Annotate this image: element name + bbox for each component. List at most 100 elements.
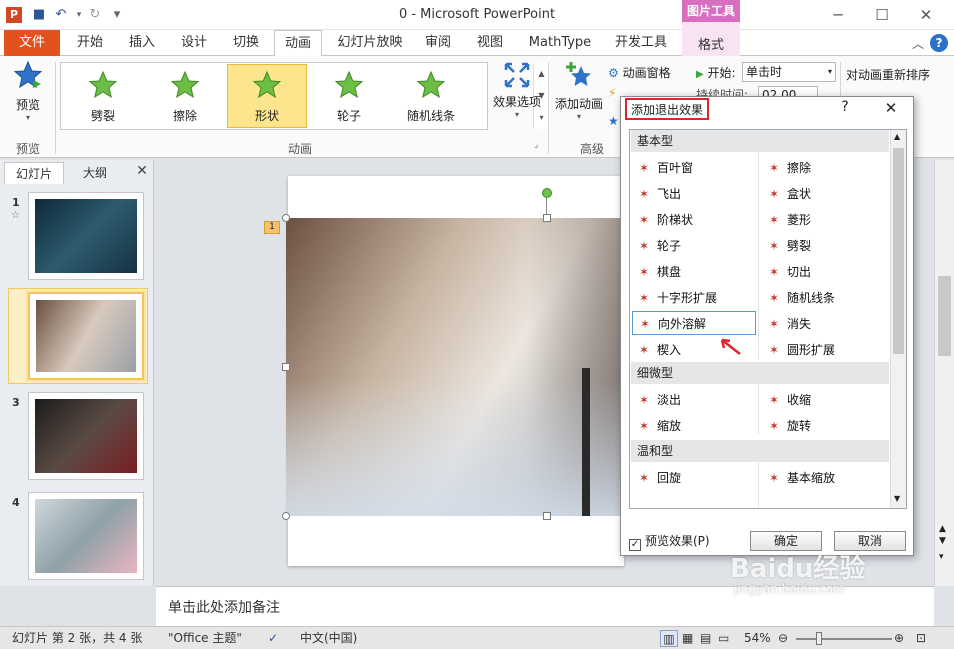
tab-animations[interactable]: 动画 (274, 30, 322, 57)
redo-icon[interactable]: ↻ (86, 6, 104, 24)
start-select[interactable]: 单击时 ▾ (742, 62, 836, 82)
effect-item[interactable]: ✶ 回旋 (636, 466, 681, 490)
animation-split[interactable]: 劈裂 (63, 64, 143, 128)
effect-item-selected[interactable]: ✶ 向外溶解 (632, 311, 756, 335)
resize-handle[interactable] (282, 512, 290, 520)
reading-view-icon[interactable]: ▤ (700, 630, 711, 647)
effect-item[interactable]: ✶ 棋盘 (636, 260, 681, 284)
zoom-in-icon[interactable]: ⊕ (894, 630, 904, 647)
effect-item[interactable]: ✶ 淡出 (636, 388, 681, 412)
slide-vertical-scrollbar[interactable]: ▲ ▼ ▾ (934, 160, 954, 586)
resize-handle[interactable] (282, 214, 290, 222)
dialog-help-icon[interactable]: ? (837, 99, 853, 119)
add-animation-button[interactable]: 添加动画 ▾ (552, 60, 606, 121)
fit-to-window-icon[interactable]: ⊡ (916, 630, 926, 647)
tab-file[interactable]: 文件 (4, 30, 60, 56)
effect-item[interactable]: ✶ 十字形扩展 (636, 286, 717, 310)
powerpoint-app-icon[interactable]: P (6, 7, 22, 23)
panel-close-icon[interactable]: ✕ (134, 163, 150, 181)
tab-developer[interactable]: 开发工具 (606, 30, 676, 56)
tab-outline[interactable]: 大纲 (66, 162, 124, 184)
effect-item[interactable]: ✶ 阶梯状 (636, 208, 693, 232)
scroll-down-icon[interactable]: ▾ (939, 552, 944, 562)
effect-star-icon: ✶ (768, 187, 780, 201)
tab-slideshow[interactable]: 幻灯片放映 (330, 30, 410, 56)
zoom-level[interactable]: 54% (744, 630, 771, 647)
preview-button[interactable]: 预览 ▾ (6, 60, 50, 130)
effect-item[interactable]: ✶ 旋转 (766, 414, 811, 438)
animation-wheel[interactable]: 轮子 (309, 64, 389, 128)
animation-shape[interactable]: 形状 (227, 64, 307, 128)
tab-review[interactable]: 审阅 (414, 30, 462, 56)
dialog-close-icon[interactable]: ✕ (881, 99, 901, 119)
effect-item[interactable]: ✶ 消失 (766, 312, 811, 336)
tab-insert[interactable]: 插入 (118, 30, 166, 56)
maximize-button[interactable]: ☐ (860, 2, 904, 28)
effect-item[interactable]: ✶ 菱形 (766, 208, 811, 232)
rotation-handle[interactable] (542, 188, 552, 198)
tab-transitions[interactable]: 切换 (222, 30, 270, 56)
next-slide-icon[interactable]: ▼ (939, 536, 946, 546)
effect-item[interactable]: ✶ 轮子 (636, 234, 681, 258)
tab-format[interactable]: 格式 (682, 22, 740, 56)
animation-random-bars[interactable]: 随机线条 (391, 64, 471, 128)
slide-thumbnail-2[interactable] (28, 292, 144, 380)
undo-icon[interactable]: ↶ (52, 6, 70, 24)
animation-order-tag[interactable]: 1 (264, 221, 280, 234)
close-button[interactable]: ✕ (904, 2, 948, 28)
minimize-button[interactable]: ─ (816, 2, 860, 28)
animation-pane-button[interactable]: ⚙ 动画窗格 (608, 64, 671, 82)
zoom-slider-thumb[interactable] (816, 632, 822, 645)
slideshow-view-icon[interactable]: ▭ (718, 630, 729, 647)
zoom-out-icon[interactable]: ⊖ (778, 630, 788, 647)
effect-item[interactable]: ✶ 基本缩放 (766, 466, 835, 490)
effect-item[interactable]: ✶ 盒状 (766, 182, 811, 206)
slide-thumbnail-3[interactable] (28, 392, 144, 480)
slide-thumbnail-1[interactable] (28, 192, 144, 280)
slide-sorter-icon[interactable]: ▦ (682, 630, 693, 647)
effect-list-scroll-thumb[interactable] (893, 148, 904, 354)
tab-view[interactable]: 视图 (466, 30, 514, 56)
effect-item[interactable]: ✶ 缩放 (636, 414, 681, 438)
save-icon[interactable]: ■ (30, 6, 48, 24)
scrollbar-thumb[interactable] (938, 276, 951, 356)
animation-dialog-launcher-icon[interactable]: ⌟ (534, 140, 538, 150)
animation-label: 擦除 (172, 109, 197, 123)
spellcheck-icon[interactable]: ✓ (268, 630, 278, 647)
scroll-down-icon[interactable]: ▼ (894, 494, 900, 503)
preview-effect-checkbox[interactable]: ✓ 预览效果(P) (629, 532, 710, 551)
effect-item[interactable]: ✶ 圆形扩展 (766, 338, 835, 362)
animation-wipe[interactable]: 擦除 (145, 64, 225, 128)
effect-item[interactable]: ✶ 切出 (766, 260, 811, 284)
language-status[interactable]: 中文(中国) (300, 630, 357, 647)
slide-thumbnail-4[interactable] (28, 492, 144, 580)
effect-item[interactable]: ✶ 擦除 (766, 156, 811, 180)
effect-item[interactable]: ✶ 收缩 (766, 388, 811, 412)
tab-home[interactable]: 开始 (66, 30, 114, 56)
effect-star-icon: ✶ (638, 291, 650, 305)
slide-photo[interactable] (286, 218, 626, 516)
zoom-slider[interactable] (796, 638, 892, 640)
theme-status[interactable]: "Office 主题" (168, 630, 242, 647)
tab-mathtype[interactable]: MathType (520, 30, 600, 56)
effect-item[interactable]: ✶ 百叶窗 (636, 156, 693, 180)
effect-options-button[interactable]: 效果选项 ▾ (492, 60, 542, 119)
previous-slide-icon[interactable]: ▲ (939, 524, 946, 534)
animation-trigger-icon[interactable]: ⚡ (608, 86, 620, 100)
effect-item[interactable]: ✶ 楔入 (636, 338, 681, 362)
effect-item[interactable]: ✶ 劈裂 (766, 234, 811, 258)
normal-view-icon[interactable]: ▥ (660, 630, 678, 647)
customize-quick-access-icon[interactable]: ▾ (108, 6, 126, 24)
scroll-up-icon[interactable]: ▲ (894, 132, 900, 141)
effect-item[interactable]: ✶ 飞出 (636, 182, 681, 206)
resize-handle[interactable] (543, 512, 551, 520)
effect-item[interactable]: ✶ 随机线条 (766, 286, 835, 310)
effect-list-scrollbar[interactable]: ▲ ▼ (890, 130, 906, 508)
tab-slides[interactable]: 幻灯片 (4, 162, 64, 184)
resize-handle[interactable] (282, 363, 290, 371)
tab-design[interactable]: 设计 (170, 30, 218, 56)
help-icon[interactable]: ? (930, 34, 948, 52)
ribbon-collapse-icon[interactable]: ︿ (912, 35, 926, 51)
resize-handle[interactable] (543, 214, 551, 222)
animation-painter-icon[interactable]: ★ (608, 114, 620, 128)
